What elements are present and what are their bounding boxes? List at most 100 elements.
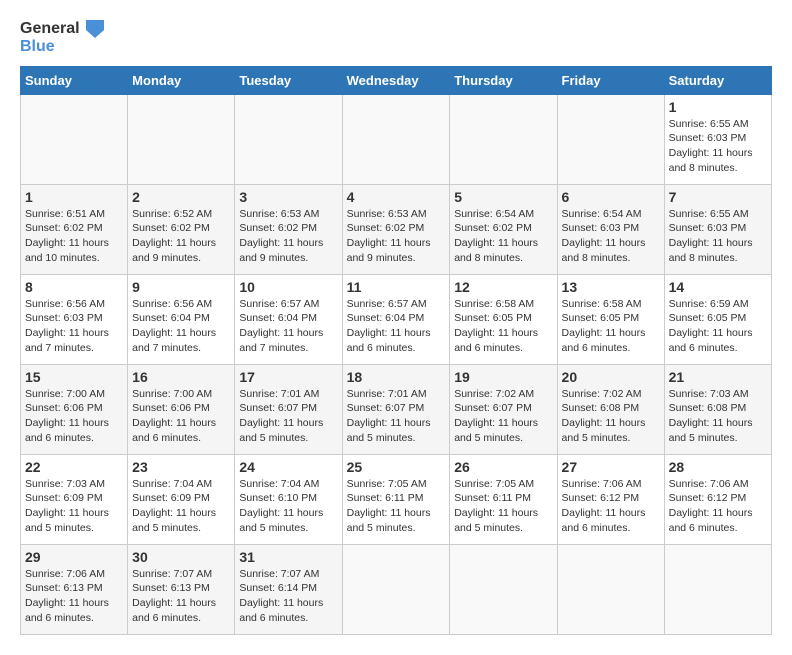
- day-number: 13: [562, 279, 660, 295]
- day-info: Sunrise: 6:58 AMSunset: 6:05 PMDaylight:…: [454, 297, 552, 356]
- day-info: Sunrise: 7:00 AMSunset: 6:06 PMDaylight:…: [25, 387, 123, 446]
- calendar-cell: 12 Sunrise: 6:58 AMSunset: 6:05 PMDayligh…: [450, 274, 557, 364]
- day-number: 31: [239, 549, 337, 565]
- calendar-cell: 11 Sunrise: 6:57 AMSunset: 6:04 PMDayligh…: [342, 274, 450, 364]
- day-number: 25: [347, 459, 446, 475]
- calendar-cell: 27 Sunrise: 7:06 AMSunset: 6:12 PMDayligh…: [557, 454, 664, 544]
- calendar-cell: 25 Sunrise: 7:05 AMSunset: 6:11 PMDayligh…: [342, 454, 450, 544]
- calendar-cell: 22Sunrise: 7:03 AMSunset: 6:09 PMDayligh…: [21, 454, 128, 544]
- calendar-cell: 31 Sunrise: 7:07 AMSunset: 6:14 PMDayligh…: [235, 544, 342, 634]
- day-header-tuesday: Tuesday: [235, 66, 342, 94]
- day-number: 5: [454, 189, 552, 205]
- day-number: 11: [347, 279, 446, 295]
- day-info: Sunrise: 7:05 AMSunset: 6:11 PMDaylight:…: [454, 477, 552, 536]
- day-info: Sunrise: 7:03 AMSunset: 6:09 PMDaylight:…: [25, 477, 123, 536]
- calendar-cell: [342, 94, 450, 184]
- day-number: 9: [132, 279, 230, 295]
- calendar-cell: 21Sunrise: 7:03 AMSunset: 6:08 PMDayligh…: [664, 364, 771, 454]
- day-info: Sunrise: 7:05 AMSunset: 6:11 PMDaylight:…: [347, 477, 446, 536]
- day-number: 17: [239, 369, 337, 385]
- calendar-cell: 16 Sunrise: 7:00 AMSunset: 6:06 PMDayligh…: [128, 364, 235, 454]
- day-info: Sunrise: 7:00 AMSunset: 6:06 PMDaylight:…: [132, 387, 230, 446]
- day-number: 6: [562, 189, 660, 205]
- day-info: Sunrise: 7:02 AMSunset: 6:08 PMDaylight:…: [562, 387, 660, 446]
- calendar-cell: 20 Sunrise: 7:02 AMSunset: 6:08 PMDayligh…: [557, 364, 664, 454]
- day-number: 28: [669, 459, 767, 475]
- logo-text: General Blue: [20, 20, 104, 56]
- calendar-cell: 28 Sunrise: 7:06 AMSunset: 6:12 PMDayligh…: [664, 454, 771, 544]
- day-info: Sunrise: 6:57 AMSunset: 6:04 PMDaylight:…: [239, 297, 337, 356]
- day-info: Sunrise: 6:53 AMSunset: 6:02 PMDaylight:…: [347, 207, 446, 266]
- day-header-sunday: Sunday: [21, 66, 128, 94]
- calendar-cell: [342, 544, 450, 634]
- day-info: Sunrise: 7:06 AMSunset: 6:12 PMDaylight:…: [669, 477, 767, 536]
- calendar-cell: 6 Sunrise: 6:54 AMSunset: 6:03 PMDaylight…: [557, 184, 664, 274]
- calendar-cell: 3Sunrise: 6:53 AMSunset: 6:02 PMDaylight…: [235, 184, 342, 274]
- day-number: 23: [132, 459, 230, 475]
- logo: General Blue: [20, 20, 104, 56]
- day-info: Sunrise: 7:01 AMSunset: 6:07 PMDaylight:…: [347, 387, 446, 446]
- page-header: General Blue: [20, 20, 772, 56]
- day-header-wednesday: Wednesday: [342, 66, 450, 94]
- day-info: Sunrise: 7:02 AMSunset: 6:07 PMDaylight:…: [454, 387, 552, 446]
- calendar-week-2: 1Sunrise: 6:51 AMSunset: 6:02 PMDaylight…: [21, 184, 772, 274]
- day-number: 26: [454, 459, 552, 475]
- day-number: 21: [669, 369, 767, 385]
- calendar-cell: [235, 94, 342, 184]
- day-info: Sunrise: 6:57 AMSunset: 6:04 PMDaylight:…: [347, 297, 446, 356]
- day-number: 16: [132, 369, 230, 385]
- calendar-cell: 26 Sunrise: 7:05 AMSunset: 6:11 PMDayligh…: [450, 454, 557, 544]
- calendar-cell: 5 Sunrise: 6:54 AMSunset: 6:02 PMDaylight…: [450, 184, 557, 274]
- day-header-monday: Monday: [128, 66, 235, 94]
- day-info: Sunrise: 6:52 AMSunset: 6:02 PMDaylight:…: [132, 207, 230, 266]
- logo-arrow-icon: [86, 20, 104, 38]
- calendar-cell: 23Sunrise: 7:04 AMSunset: 6:09 PMDayligh…: [128, 454, 235, 544]
- day-number: 14: [669, 279, 767, 295]
- day-info: Sunrise: 7:06 AMSunset: 6:13 PMDaylight:…: [25, 567, 123, 626]
- day-info: Sunrise: 6:55 AMSunset: 6:03 PMDaylight:…: [669, 207, 767, 266]
- calendar-cell: 17Sunrise: 7:01 AMSunset: 6:07 PMDayligh…: [235, 364, 342, 454]
- day-info: Sunrise: 6:54 AMSunset: 6:03 PMDaylight:…: [562, 207, 660, 266]
- day-number: 20: [562, 369, 660, 385]
- calendar-cell: [557, 544, 664, 634]
- calendar-cell: 7Sunrise: 6:55 AMSunset: 6:03 PMDaylight…: [664, 184, 771, 274]
- day-info: Sunrise: 6:54 AMSunset: 6:02 PMDaylight:…: [454, 207, 552, 266]
- calendar-week-6: 29 Sunrise: 7:06 AMSunset: 6:13 PMDayligh…: [21, 544, 772, 634]
- day-number: 12: [454, 279, 552, 295]
- day-number: 19: [454, 369, 552, 385]
- calendar-cell: 15Sunrise: 7:00 AMSunset: 6:06 PMDayligh…: [21, 364, 128, 454]
- calendar-cell: [450, 94, 557, 184]
- day-info: Sunrise: 6:56 AMSunset: 6:04 PMDaylight:…: [132, 297, 230, 356]
- calendar-cell: 30 Sunrise: 7:07 AMSunset: 6:13 PMDayligh…: [128, 544, 235, 634]
- logo-general: General: [20, 20, 80, 37]
- calendar-cell: 19 Sunrise: 7:02 AMSunset: 6:07 PMDayligh…: [450, 364, 557, 454]
- day-info: Sunrise: 7:07 AMSunset: 6:14 PMDaylight:…: [239, 567, 337, 626]
- calendar-week-3: 8Sunrise: 6:56 AMSunset: 6:03 PMDaylight…: [21, 274, 772, 364]
- day-number: 18: [347, 369, 446, 385]
- calendar-week-1: 1Sunrise: 6:55 AMSunset: 6:03 PMDaylight…: [21, 94, 772, 184]
- day-header-friday: Friday: [557, 66, 664, 94]
- day-info: Sunrise: 7:06 AMSunset: 6:12 PMDaylight:…: [562, 477, 660, 536]
- day-number: 10: [239, 279, 337, 295]
- calendar-cell: 9 Sunrise: 6:56 AMSunset: 6:04 PMDaylight…: [128, 274, 235, 364]
- calendar-week-5: 22Sunrise: 7:03 AMSunset: 6:09 PMDayligh…: [21, 454, 772, 544]
- day-number: 30: [132, 549, 230, 565]
- day-info: Sunrise: 6:51 AMSunset: 6:02 PMDaylight:…: [25, 207, 123, 266]
- calendar-cell: 10 Sunrise: 6:57 AMSunset: 6:04 PMDayligh…: [235, 274, 342, 364]
- calendar-cell: 4 Sunrise: 6:53 AMSunset: 6:02 PMDaylight…: [342, 184, 450, 274]
- calendar-cell: [450, 544, 557, 634]
- calendar-cell: 13 Sunrise: 6:58 AMSunset: 6:05 PMDayligh…: [557, 274, 664, 364]
- calendar-cell: 24Sunrise: 7:04 AMSunset: 6:10 PMDayligh…: [235, 454, 342, 544]
- day-number: 2: [132, 189, 230, 205]
- day-number: 4: [347, 189, 446, 205]
- day-number: 27: [562, 459, 660, 475]
- calendar-cell: 14 Sunrise: 6:59 AMSunset: 6:05 PMDayligh…: [664, 274, 771, 364]
- day-info: Sunrise: 6:59 AMSunset: 6:05 PMDaylight:…: [669, 297, 767, 356]
- calendar-cell: 1Sunrise: 6:51 AMSunset: 6:02 PMDaylight…: [21, 184, 128, 274]
- day-info: Sunrise: 6:58 AMSunset: 6:05 PMDaylight:…: [562, 297, 660, 356]
- day-number: 29: [25, 549, 123, 565]
- day-info: Sunrise: 7:07 AMSunset: 6:13 PMDaylight:…: [132, 567, 230, 626]
- day-info: Sunrise: 6:56 AMSunset: 6:03 PMDaylight:…: [25, 297, 123, 356]
- calendar-cell: 1Sunrise: 6:55 AMSunset: 6:03 PMDaylight…: [664, 94, 771, 184]
- day-number: 24: [239, 459, 337, 475]
